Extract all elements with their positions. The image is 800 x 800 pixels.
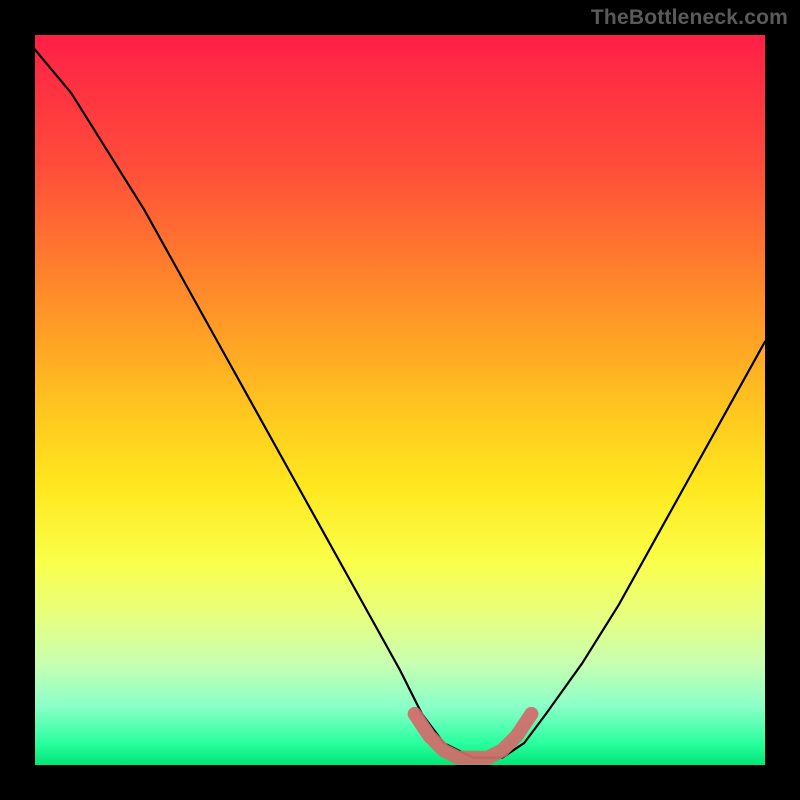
chart-svg [35,35,765,765]
plot-area [35,35,765,765]
chart-frame: TheBottleneck.com [0,0,800,800]
watermark-text: TheBottleneck.com [591,6,788,30]
curve-line [35,50,765,758]
